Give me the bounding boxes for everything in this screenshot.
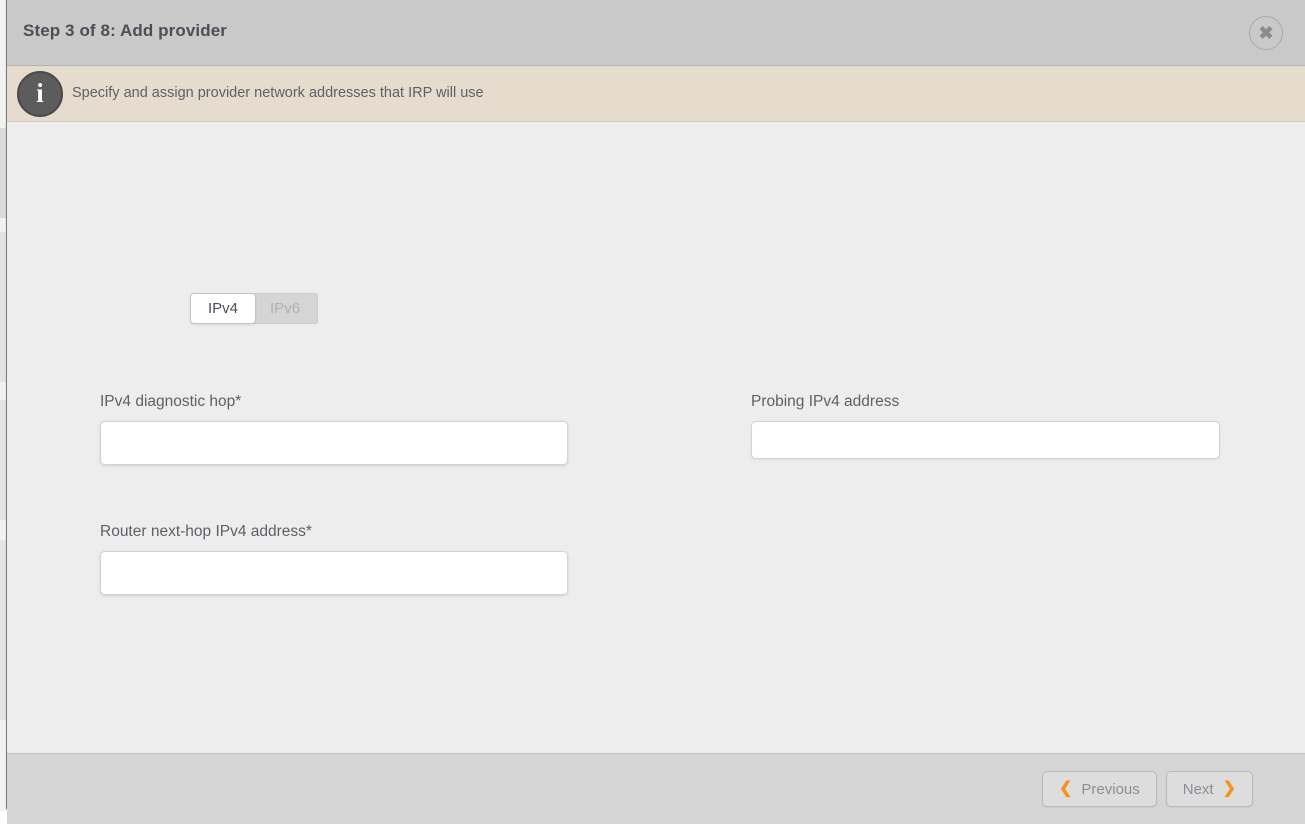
- close-button[interactable]: ✖: [1249, 16, 1283, 50]
- probing-address-input[interactable]: [751, 421, 1220, 459]
- info-icon-glyph: i: [36, 77, 44, 108]
- ip-version-tabs: IPv4 IPv6: [190, 293, 319, 324]
- dialog-body: IPv4 IPv6 IPv4 diagnostic hop* Router ne…: [7, 122, 1305, 753]
- tab-ipv6-label: IPv6: [270, 300, 301, 317]
- chevron-right-icon: ❯: [1222, 780, 1236, 797]
- tab-ipv6[interactable]: IPv6: [253, 293, 319, 324]
- dialog-titlebar: Step 3 of 8: Add provider ✖: [7, 0, 1305, 66]
- close-icon: ✖: [1258, 23, 1274, 43]
- label-router-nexthop: Router next-hop IPv4 address*: [100, 523, 312, 540]
- field-group-diagnostic-hop: IPv4 diagnostic hop*: [100, 393, 568, 465]
- info-banner: i Specify and assign provider network ad…: [7, 66, 1305, 122]
- next-button[interactable]: Next ❯: [1165, 771, 1253, 807]
- router-nexthop-input[interactable]: [100, 551, 568, 595]
- label-diagnostic-hop: IPv4 diagnostic hop*: [100, 393, 242, 410]
- dialog-footer: ❮ Previous Next ❯: [7, 753, 1305, 824]
- info-banner-message: Specify and assign provider network addr…: [72, 85, 484, 101]
- page-title: Step 3 of 8: Add provider: [23, 21, 228, 40]
- previous-button[interactable]: ❮ Previous: [1041, 771, 1157, 807]
- next-button-label: Next: [1182, 780, 1214, 798]
- tab-ipv4-label: IPv4: [208, 300, 239, 317]
- tab-ipv4[interactable]: IPv4: [190, 293, 257, 324]
- footer-button-group: ❮ Previous Next ❯: [1041, 771, 1253, 807]
- wizard-dialog: Step 3 of 8: Add provider ✖ i Specify an…: [6, 0, 1305, 824]
- label-probing-address: Probing IPv4 address: [751, 393, 900, 410]
- field-group-router-nexthop: Router next-hop IPv4 address*: [100, 523, 568, 595]
- previous-button-label: Previous: [1081, 780, 1140, 798]
- field-group-probing-address: Probing IPv4 address: [751, 393, 1220, 459]
- chevron-left-icon: ❮: [1058, 780, 1073, 797]
- diagnostic-hop-input[interactable]: [100, 421, 568, 465]
- info-icon: i: [17, 71, 63, 117]
